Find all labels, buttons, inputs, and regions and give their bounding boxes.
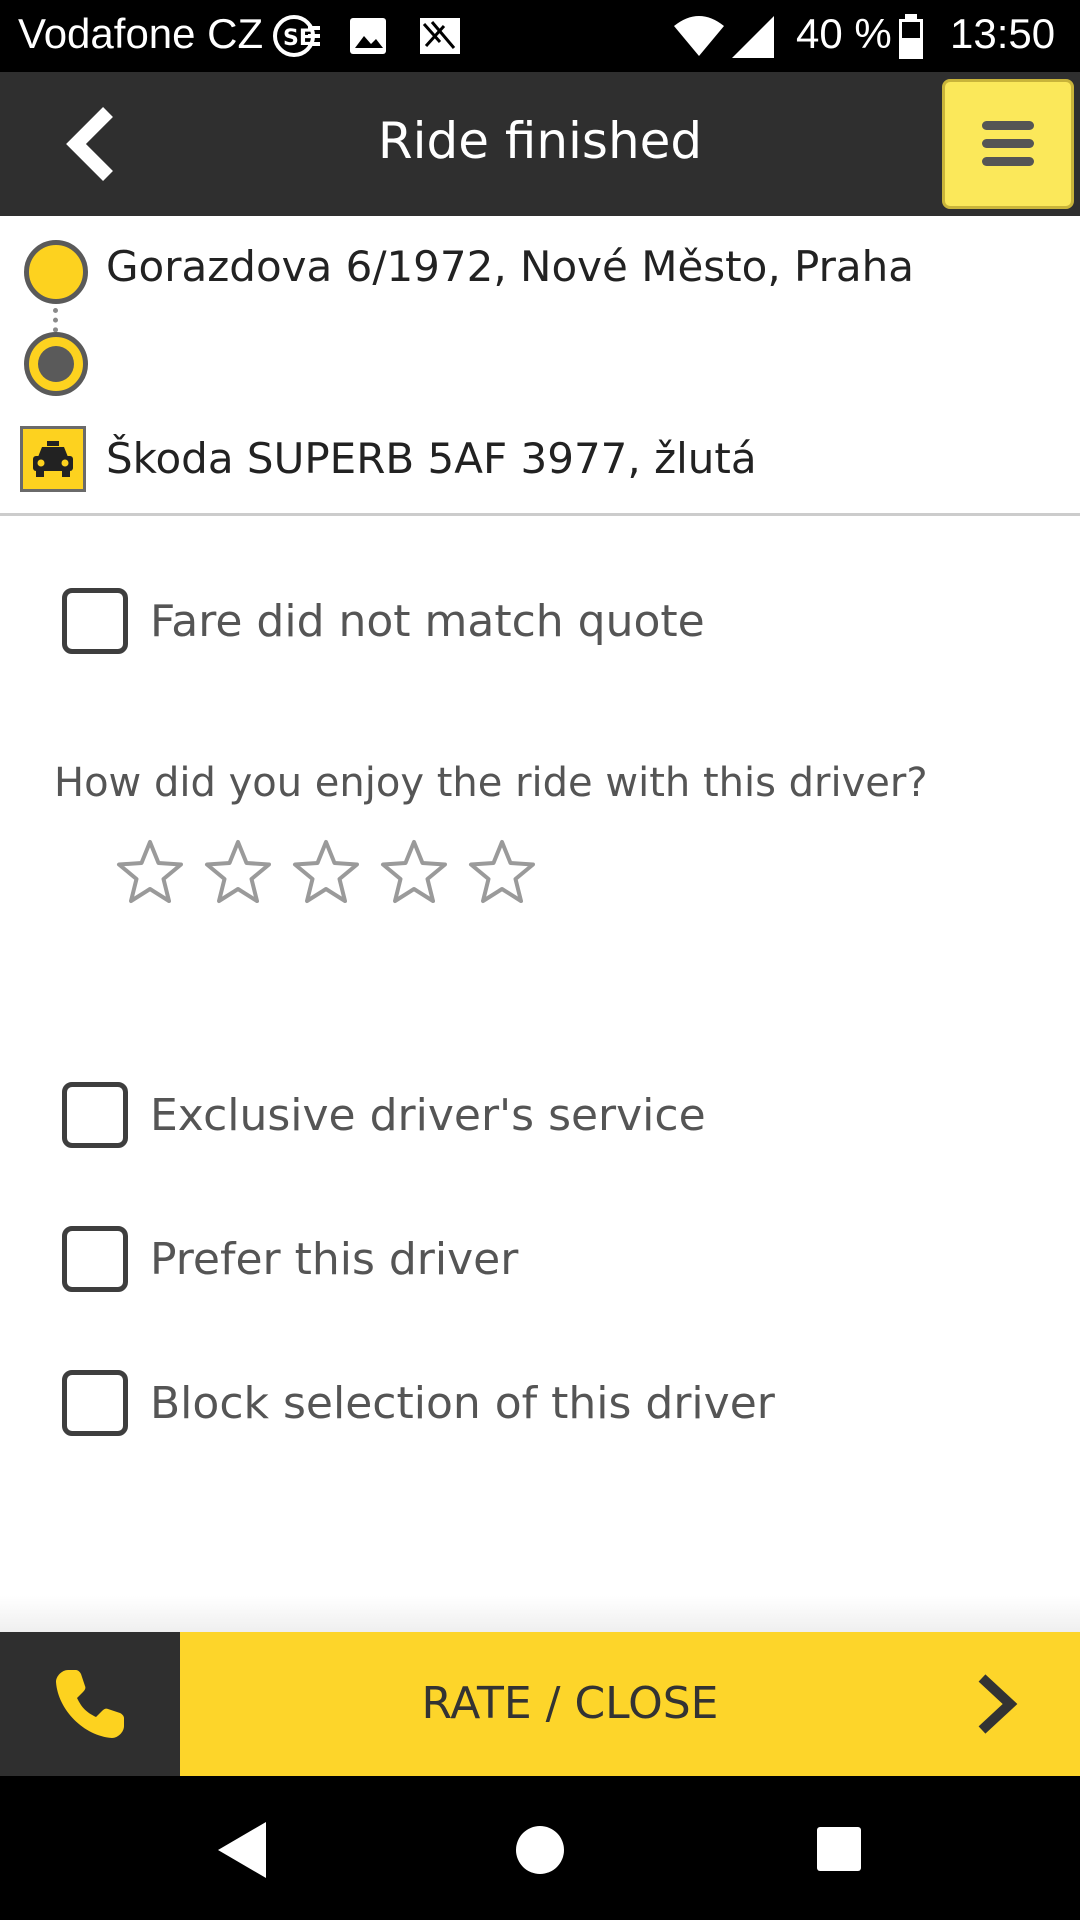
bottom-divider bbox=[0, 1596, 1080, 1632]
action-bar: RATE / CLOSE bbox=[0, 1632, 1080, 1776]
carrier-label: Vodafone CZ bbox=[18, 10, 264, 57]
app-notification-icon: SE bbox=[273, 15, 320, 57]
prefer-driver-label: Prefer this driver bbox=[150, 1233, 519, 1285]
phone-icon bbox=[56, 1670, 124, 1738]
call-driver-button[interactable] bbox=[0, 1632, 180, 1776]
chevron-right-icon bbox=[978, 1674, 1018, 1734]
battery-icon bbox=[899, 14, 923, 59]
pickup-pin-icon bbox=[24, 240, 88, 304]
fare-mismatch-option[interactable]: Fare did not match quote bbox=[62, 586, 705, 656]
star-4-icon[interactable] bbox=[380, 838, 448, 906]
block-driver-checkbox[interactable] bbox=[62, 1370, 128, 1436]
signal-icon bbox=[732, 16, 774, 58]
star-3-icon[interactable] bbox=[292, 838, 360, 906]
exclusive-service-label: Exclusive driver's service bbox=[150, 1089, 706, 1141]
rate-close-button[interactable]: RATE / CLOSE bbox=[180, 1632, 1080, 1776]
vehicle-info: Škoda SUPERB 5AF 3977, žlutá bbox=[106, 434, 757, 483]
nav-back-icon[interactable] bbox=[214, 1820, 270, 1880]
battery-percent: 40 % bbox=[796, 10, 892, 57]
pickup-address: Gorazdova 6/1972, Nové Město, Praha bbox=[106, 242, 914, 291]
menu-button[interactable] bbox=[942, 79, 1074, 209]
image-notification-icon bbox=[350, 18, 386, 54]
taxi-icon bbox=[20, 426, 86, 492]
prefer-driver-checkbox[interactable] bbox=[62, 1226, 128, 1292]
star-rating bbox=[116, 838, 536, 906]
menu-icon bbox=[982, 121, 1034, 166]
clock: 13:50 bbox=[950, 10, 1056, 57]
prefer-driver-option[interactable]: Prefer this driver bbox=[62, 1224, 518, 1294]
app-bar: Ride finished bbox=[0, 72, 1080, 216]
wifi-icon bbox=[674, 16, 724, 56]
block-driver-label: Block selection of this driver bbox=[150, 1377, 775, 1429]
exclusive-service-option[interactable]: Exclusive driver's service bbox=[62, 1080, 706, 1150]
destination-pin-icon bbox=[24, 332, 88, 396]
route-summary: Gorazdova 6/1972, Nové Město, Praha Škod… bbox=[0, 216, 1080, 516]
rate-close-label: RATE / CLOSE bbox=[421, 1678, 719, 1729]
exclusive-service-checkbox[interactable] bbox=[62, 1082, 128, 1148]
fare-mismatch-checkbox[interactable] bbox=[62, 588, 128, 654]
star-2-icon[interactable] bbox=[204, 838, 272, 906]
star-1-icon[interactable] bbox=[116, 838, 184, 906]
status-bar: Vodafone CZ SE 40 % 13:50 bbox=[0, 0, 1080, 72]
nav-recents-icon[interactable] bbox=[816, 1826, 862, 1872]
star-5-icon[interactable] bbox=[468, 838, 536, 906]
system-nav-bar bbox=[0, 1776, 1080, 1920]
photo-notification-icon bbox=[420, 18, 460, 54]
chevron-left-icon bbox=[66, 107, 113, 181]
back-button[interactable] bbox=[40, 92, 144, 196]
page-title: Ride finished bbox=[377, 112, 703, 170]
fare-mismatch-label: Fare did not match quote bbox=[150, 595, 705, 647]
rating-question: How did you enjoy the ride with this dri… bbox=[54, 760, 928, 806]
block-driver-option[interactable]: Block selection of this driver bbox=[62, 1368, 775, 1438]
nav-home-icon[interactable] bbox=[514, 1824, 566, 1876]
